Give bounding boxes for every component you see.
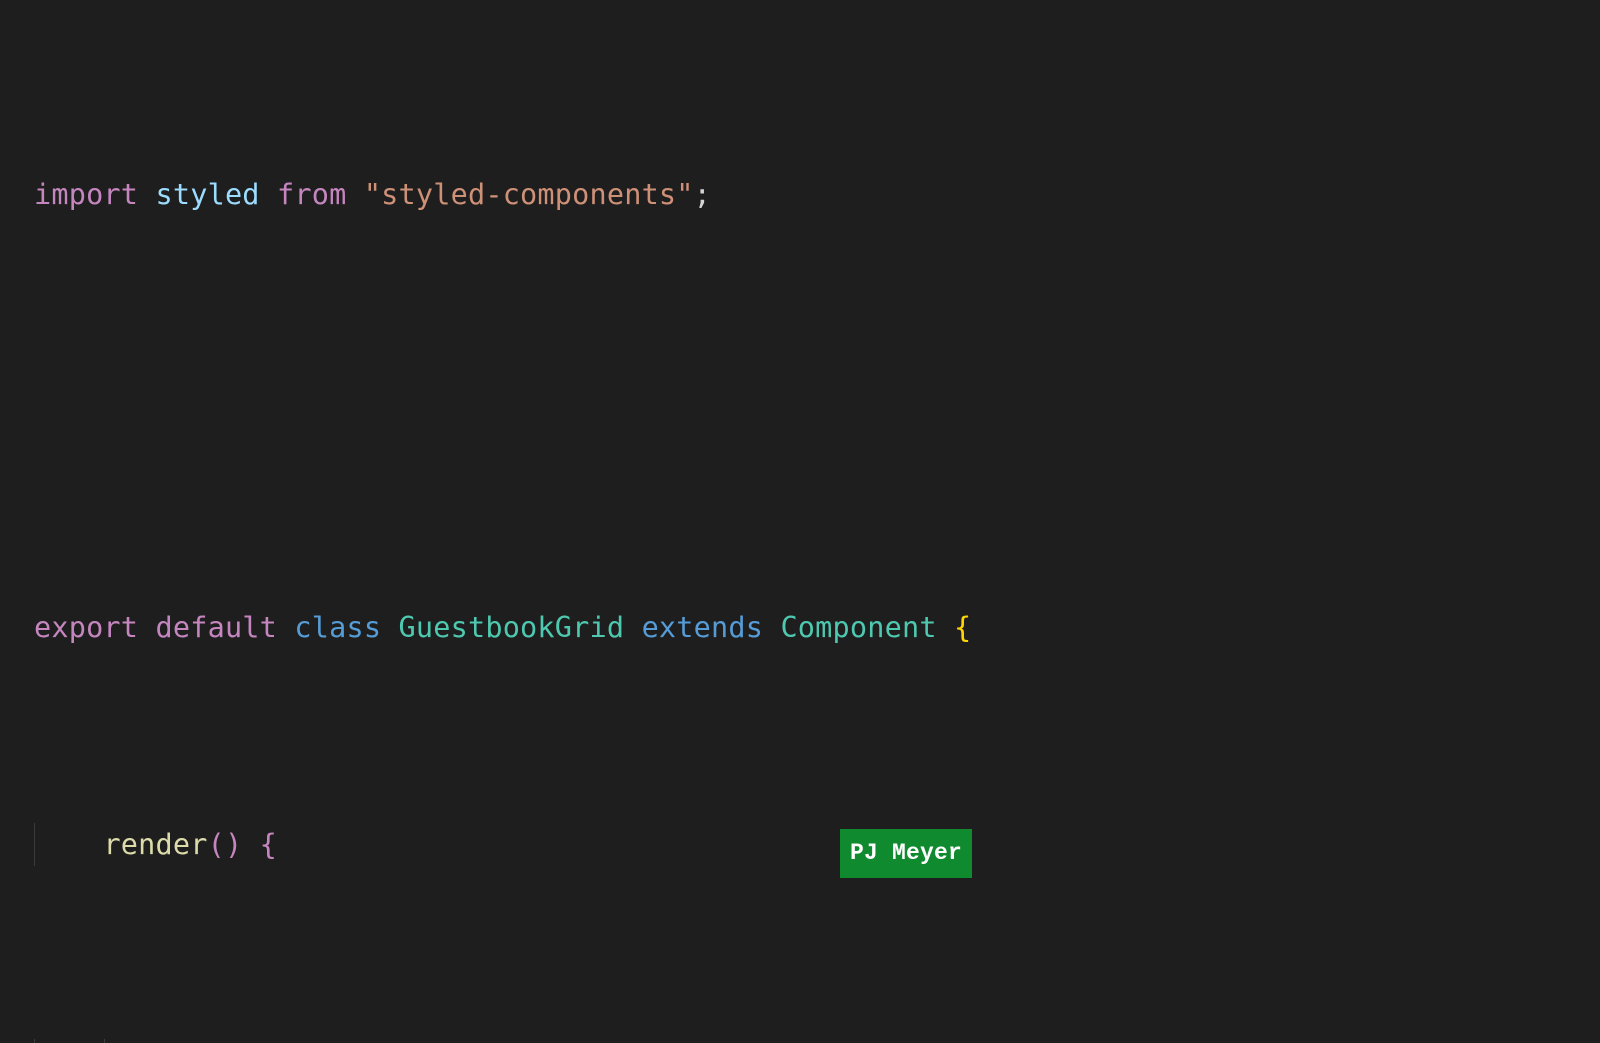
paren: () [208, 828, 243, 861]
kw-default: default [156, 611, 278, 644]
kw-export: export [34, 611, 138, 644]
class-name: GuestbookGrid [399, 611, 625, 644]
string-module: "styled-components" [364, 178, 694, 211]
brace-open: { [954, 611, 971, 644]
kw-class: class [294, 611, 381, 644]
kw-extends: extends [642, 611, 764, 644]
brace-open: { [260, 828, 277, 861]
kw-import: import [34, 178, 138, 211]
code-line[interactable]: import styled from "styled-components"; [34, 173, 1566, 216]
code-line[interactable]: const cells = this.props.signatures.map(… [34, 1039, 1566, 1043]
code-line[interactable]: render() { PJ Meyer [34, 823, 1566, 866]
id-styled: styled [156, 178, 260, 211]
semicolon: ; [694, 178, 711, 211]
code-line[interactable]: export default class GuestbookGrid exten… [34, 606, 1566, 649]
class-base: Component [780, 611, 936, 644]
code-editor[interactable]: import styled from "styled-components"; … [0, 0, 1600, 1043]
method-render: render [103, 828, 207, 861]
code-line-blank[interactable] [34, 390, 1566, 433]
kw-from: from [277, 178, 346, 211]
participant-label-green: PJ Meyer [840, 829, 972, 878]
